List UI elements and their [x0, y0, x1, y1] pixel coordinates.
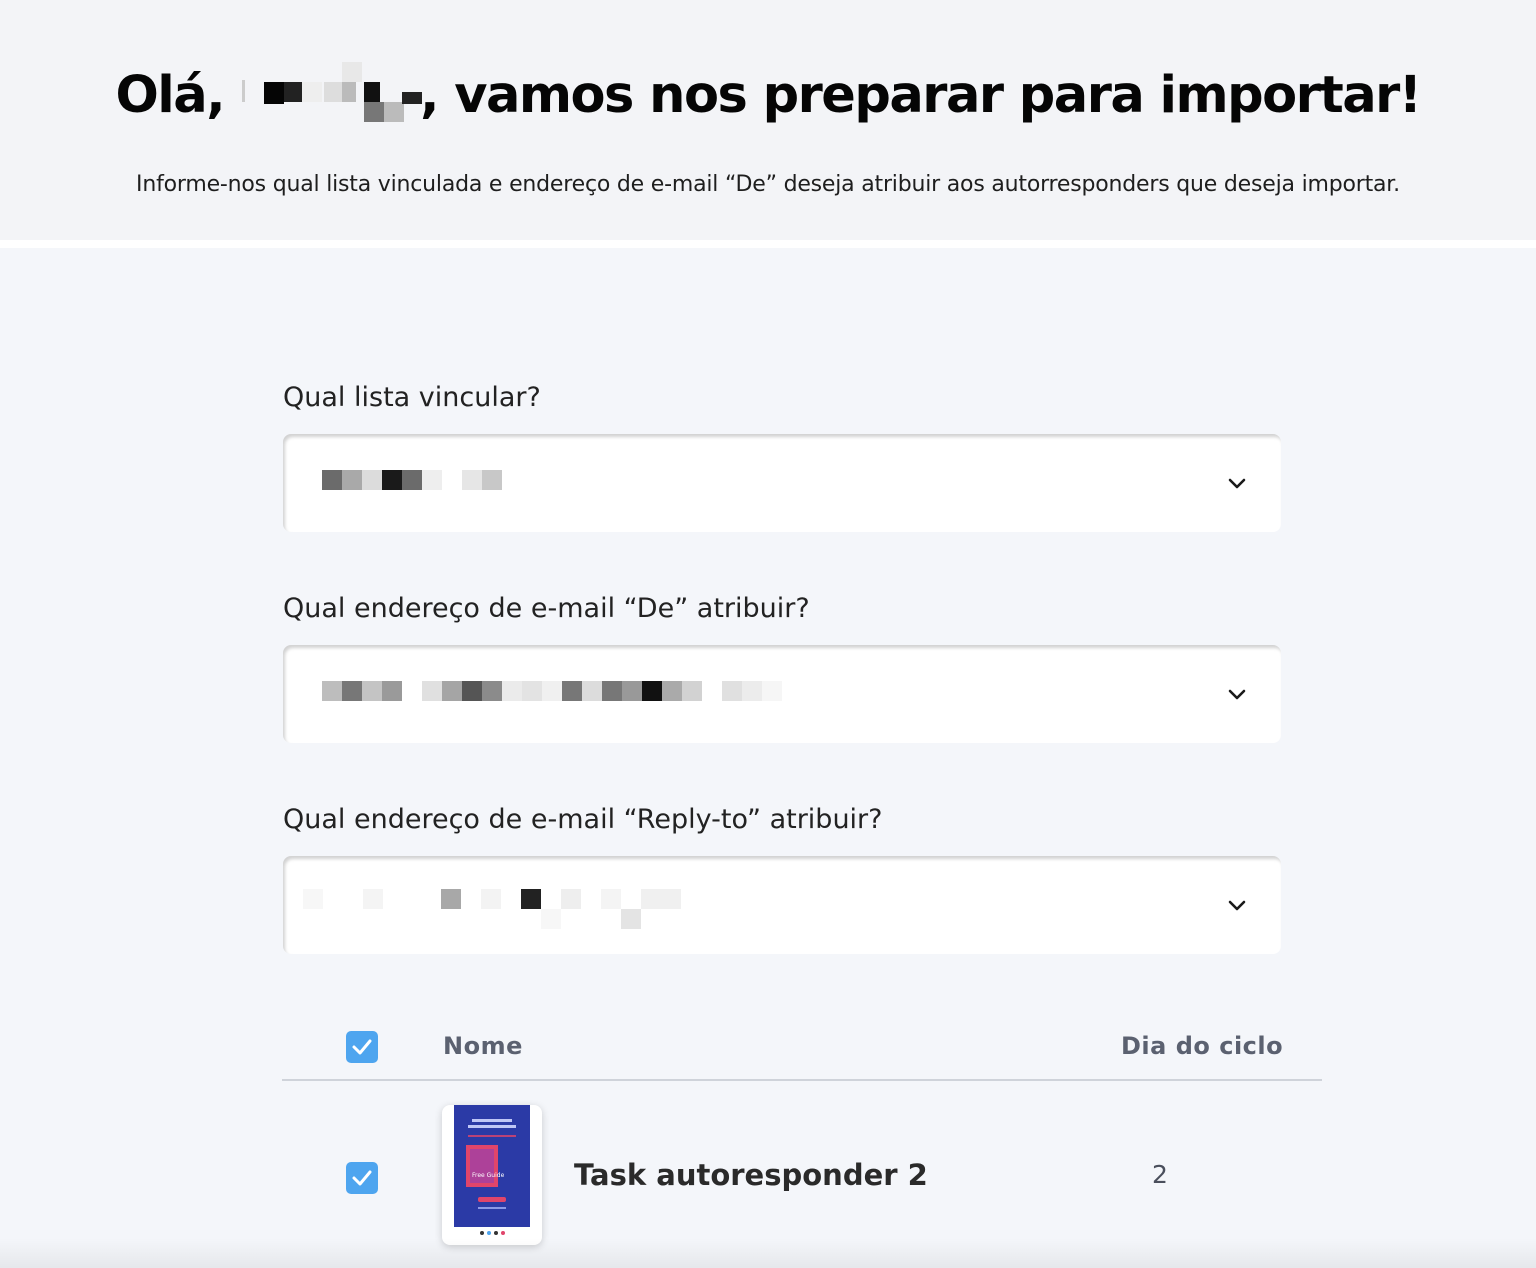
chevron-down-icon[interactable] — [1223, 891, 1251, 919]
check-icon — [352, 1039, 372, 1055]
check-icon — [352, 1170, 372, 1186]
row-checkbox[interactable] — [346, 1162, 378, 1194]
autoresponder-thumbnail[interactable]: Free Guide — [442, 1105, 542, 1245]
redacted-user-name — [224, 62, 423, 122]
reply-to-email-value-redacted — [303, 889, 803, 929]
reply-to-email-select[interactable] — [283, 856, 1281, 954]
cycle-day-value: 2 — [1152, 1160, 1168, 1189]
bottom-fade — [0, 1238, 1536, 1268]
page-subtitle: Informe-nos qual lista vinculada e ender… — [136, 172, 1400, 197]
greeting-prefix: Olá, — [115, 66, 225, 125]
greeting-suffix: , vamos nos preparar para importar! — [420, 66, 1422, 125]
chevron-down-icon[interactable] — [1223, 469, 1251, 497]
select-all-checkbox[interactable] — [346, 1031, 378, 1063]
list-label: Qual lista vincular? — [283, 382, 541, 413]
list-select-value-redacted — [322, 470, 822, 494]
list-select[interactable] — [283, 434, 1281, 532]
from-email-value-redacted — [322, 681, 822, 705]
from-email-select[interactable] — [283, 645, 1281, 743]
autoresponder-name[interactable]: Task autoresponder 2 — [574, 1158, 928, 1192]
autoresponders-table: Nome Dia do ciclo Free Guide Task autore… — [282, 1010, 1322, 1268]
reply-to-email-label: Qual endereço de e-mail “Reply-to” atrib… — [283, 804, 883, 835]
email-preview-image: Free Guide — [454, 1105, 530, 1235]
header-divider — [0, 240, 1536, 248]
column-header-day[interactable]: Dia do ciclo — [1121, 1032, 1283, 1060]
table-header-divider — [282, 1079, 1322, 1081]
thumbnail-cover-text: Free Guide — [472, 1172, 505, 1179]
column-header-name[interactable]: Nome — [443, 1032, 523, 1060]
from-email-label: Qual endereço de e-mail “De” atribuir? — [283, 593, 810, 624]
chevron-down-icon[interactable] — [1223, 680, 1251, 708]
page-title: Olá, , vamos nos preparar para importar! — [0, 62, 1536, 125]
